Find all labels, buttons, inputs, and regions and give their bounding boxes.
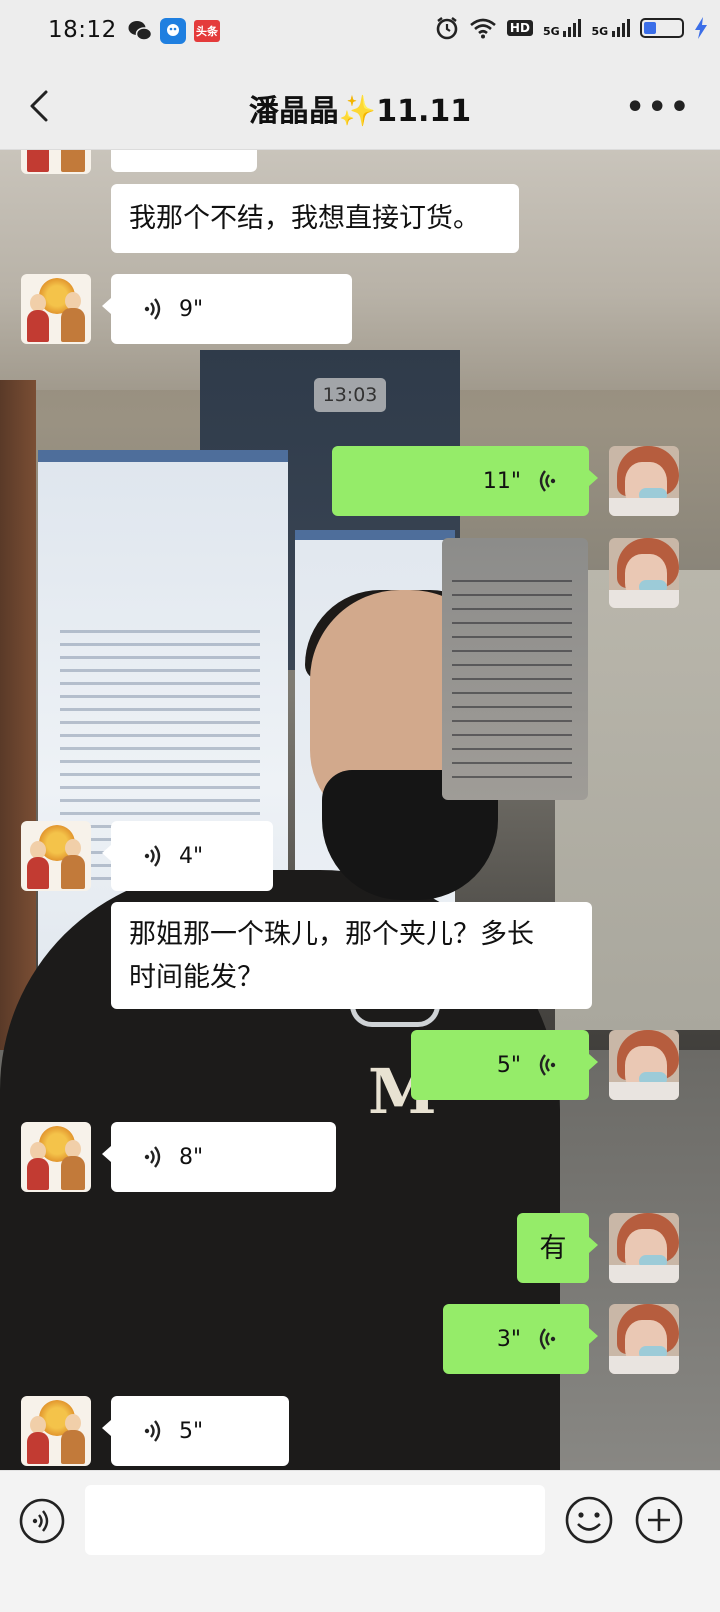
emoji-icon[interactable] bbox=[564, 1495, 614, 1545]
my-avatar[interactable] bbox=[609, 1030, 679, 1100]
message-text-line2: 时间能发？ bbox=[129, 961, 264, 993]
message-bubble-partial[interactable] bbox=[111, 150, 257, 172]
voice-duration: 11" bbox=[482, 468, 521, 494]
chat-title: 潘晶晶✨11.11 bbox=[248, 94, 472, 129]
notification-icons: 头条 bbox=[128, 18, 220, 44]
chat-header: 潘晶晶✨11.11 ••• bbox=[0, 64, 720, 150]
voice-wave-icon bbox=[539, 1328, 556, 1350]
voice-message-sent[interactable]: 5" bbox=[411, 1030, 598, 1100]
signal-5g-2: 5G bbox=[591, 19, 630, 37]
contact-avatar[interactable] bbox=[21, 1396, 91, 1466]
message-input[interactable] bbox=[85, 1485, 545, 1555]
wifi-icon bbox=[470, 18, 496, 39]
voice-message[interactable]: 5" bbox=[102, 1396, 289, 1466]
contact-avatar[interactable] bbox=[21, 274, 91, 344]
voice-duration: 5" bbox=[496, 1052, 521, 1078]
battery-level bbox=[644, 22, 656, 34]
message-text: 有 bbox=[539, 1232, 567, 1264]
text-message[interactable]: 我那个不结，我想直接订货。 bbox=[111, 184, 519, 253]
text-message-sent[interactable]: 有 bbox=[517, 1213, 598, 1283]
status-time: 18:12 bbox=[48, 17, 117, 43]
app-notification-icon bbox=[160, 18, 186, 44]
message-text: 我那个不结，我想直接订货。 bbox=[129, 203, 480, 234]
my-avatar[interactable] bbox=[609, 538, 679, 608]
voice-duration: 8" bbox=[179, 1144, 204, 1170]
signal-bars-icon bbox=[612, 19, 630, 37]
contact-avatar[interactable] bbox=[21, 150, 91, 174]
my-avatar[interactable] bbox=[609, 1213, 679, 1283]
voice-duration: 9" bbox=[179, 296, 204, 322]
system-icons: HD 5G 5G bbox=[435, 16, 708, 40]
alarm-icon bbox=[436, 17, 458, 40]
image-message[interactable] bbox=[442, 538, 588, 800]
charging-bolt-icon bbox=[695, 17, 707, 39]
text-message[interactable]: 那姐那一个珠儿，那个夹儿？多长 时间能发？ bbox=[111, 902, 592, 1009]
voice-message[interactable]: 4" bbox=[102, 821, 273, 891]
hd-badge: HD bbox=[506, 20, 533, 36]
battery-icon bbox=[640, 18, 684, 38]
voice-input-icon[interactable] bbox=[18, 1497, 66, 1545]
input-bar bbox=[0, 1470, 720, 1612]
voice-message[interactable]: 8" bbox=[102, 1122, 336, 1192]
message-list[interactable]: M 我那个不结，我想直接订货。 9" 13:03 11" 4" 那姐那一个珠儿，… bbox=[0, 150, 720, 1510]
voice-message-sent[interactable]: 3" bbox=[443, 1304, 598, 1374]
voice-wave-icon bbox=[539, 1054, 556, 1076]
status-bar: 18:12 头条 HD 5G 5G bbox=[0, 0, 720, 64]
my-avatar[interactable] bbox=[609, 446, 679, 516]
plus-icon[interactable] bbox=[634, 1495, 684, 1545]
contact-avatar[interactable] bbox=[21, 1122, 91, 1192]
toutiao-icon: 头条 bbox=[194, 20, 220, 42]
more-icon[interactable]: ••• bbox=[625, 90, 692, 125]
wechat-chat-screen: 18:12 头条 HD 5G 5G 潘晶晶✨11.11 ••• M 我那个不结，… bbox=[0, 0, 720, 1612]
signal-5g-1: 5G bbox=[543, 19, 582, 37]
voice-duration: 5" bbox=[179, 1418, 204, 1444]
voice-wave-icon bbox=[539, 470, 556, 492]
voice-duration: 4" bbox=[179, 843, 204, 869]
chat-timestamp: 13:03 bbox=[314, 378, 386, 412]
contact-avatar[interactable] bbox=[21, 821, 91, 891]
voice-wave-icon bbox=[144, 1420, 161, 1442]
signal-bars-icon bbox=[563, 19, 582, 37]
message-text-line1: 那姐那一个珠儿，那个夹儿？多长 bbox=[129, 918, 534, 950]
voice-wave-icon bbox=[144, 845, 161, 867]
my-avatar[interactable] bbox=[609, 1304, 679, 1374]
voice-wave-icon bbox=[144, 298, 161, 320]
voice-message[interactable]: 9" bbox=[102, 274, 352, 344]
voice-message-sent[interactable]: 11" bbox=[332, 446, 598, 516]
voice-wave-icon bbox=[144, 1146, 161, 1168]
wechat-icon bbox=[128, 21, 152, 41]
voice-duration: 3" bbox=[496, 1326, 521, 1352]
